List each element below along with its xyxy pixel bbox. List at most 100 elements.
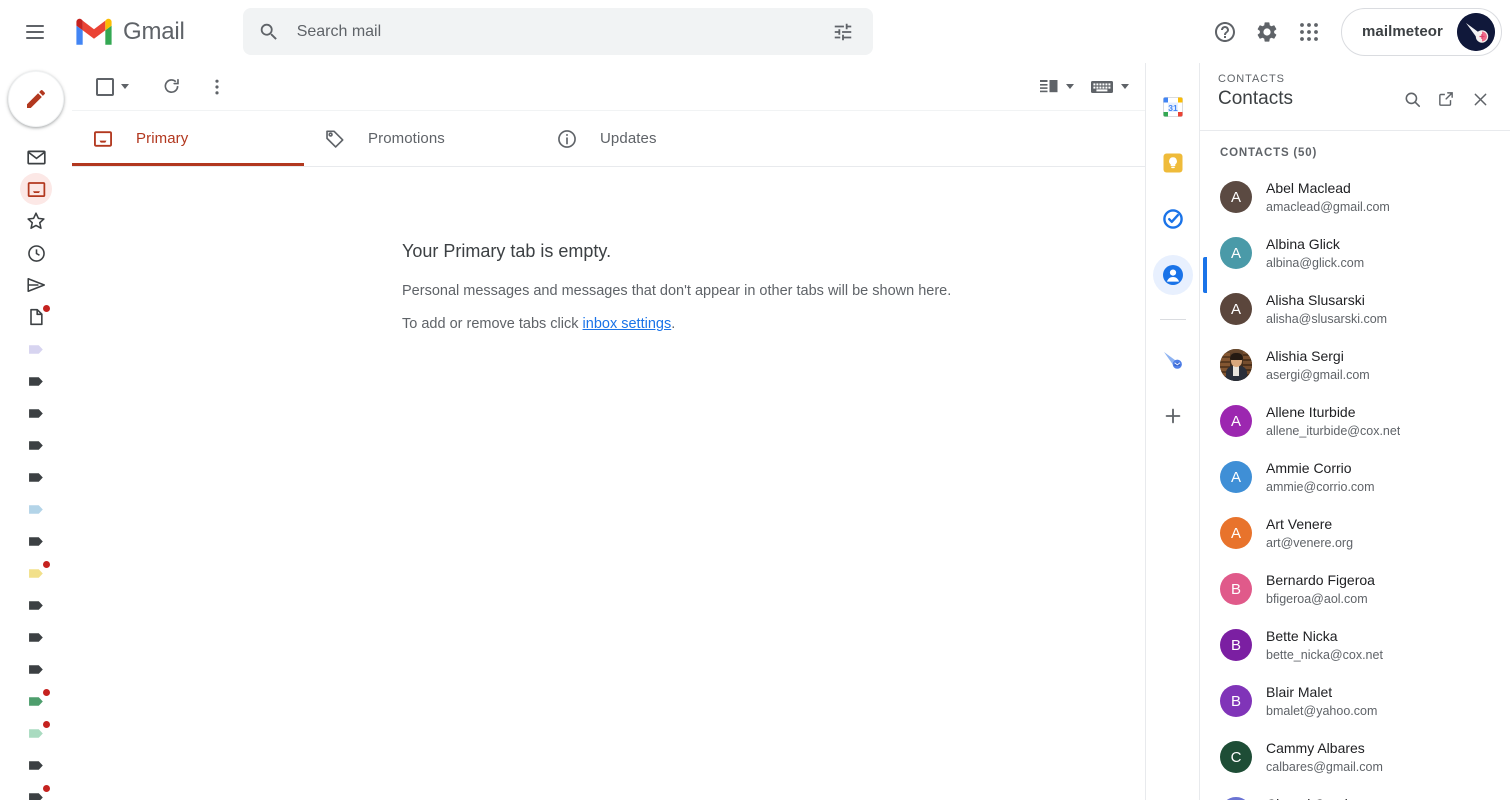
empty-state-description: Personal messages and messages that don'… bbox=[402, 283, 952, 299]
contact-avatar-letter: A bbox=[1230, 468, 1241, 486]
sidebar-item-sent[interactable] bbox=[18, 269, 54, 301]
rail-slot bbox=[0, 205, 72, 237]
app-rail-item-keep[interactable] bbox=[1153, 143, 1193, 183]
search-bar[interactable] bbox=[242, 8, 873, 55]
sidebar-item-label-10[interactable] bbox=[18, 621, 54, 653]
contact-list-item[interactable]: A Allene Iturbide allene_iturbide@cox.net bbox=[1200, 393, 1510, 449]
sidebar-item-label-13[interactable] bbox=[18, 717, 54, 749]
select-all-checkbox[interactable] bbox=[92, 74, 133, 100]
add-ons-button[interactable] bbox=[1153, 396, 1193, 436]
contact-name: Allene Iturbide bbox=[1266, 403, 1356, 420]
contact-name: Albina Glick bbox=[1266, 235, 1340, 252]
contact-email: amaclead@gmail.com bbox=[1266, 199, 1390, 214]
rail-slot bbox=[0, 301, 72, 333]
sidebar-item-label-7[interactable] bbox=[18, 525, 54, 557]
contact-list-item[interactable]: A Art Venere art@venere.org bbox=[1200, 505, 1510, 561]
contact-email: ammie@corrio.com bbox=[1266, 479, 1375, 494]
sidebar-item-label-3[interactable] bbox=[18, 397, 54, 429]
chevron-down-icon bbox=[1066, 84, 1074, 89]
sidebar-item-label-15[interactable] bbox=[18, 781, 54, 800]
sidebar-item-label-14[interactable] bbox=[18, 749, 54, 781]
contact-text-block: Blair Malet bmalet@yahoo.com bbox=[1266, 683, 1377, 720]
sidebar-item-label-2[interactable] bbox=[18, 365, 54, 397]
contact-list-item[interactable]: A Ammie Corrio ammie@corrio.com bbox=[1200, 449, 1510, 505]
contact-list-item[interactable]: Alishia Sergi asergi@gmail.com bbox=[1200, 337, 1510, 393]
sidebar-item-label-9[interactable] bbox=[18, 589, 54, 621]
mail-toolbar bbox=[72, 63, 1145, 111]
app-rail-divider bbox=[1159, 319, 1186, 320]
contact-list-item[interactable]: B Blair Malet bmalet@yahoo.com bbox=[1200, 673, 1510, 729]
contacts-open-in-new-button[interactable] bbox=[1430, 83, 1462, 115]
mailmeteor-avatar bbox=[1457, 12, 1495, 51]
refresh-button[interactable] bbox=[151, 67, 191, 107]
contact-email: bmalet@yahoo.com bbox=[1266, 703, 1378, 718]
main-menu-button[interactable] bbox=[11, 8, 59, 56]
help-icon[interactable] bbox=[1205, 12, 1245, 52]
search-options-icon[interactable] bbox=[823, 12, 863, 52]
rail-slot bbox=[0, 173, 72, 205]
google-apps-icon[interactable] bbox=[1289, 12, 1329, 52]
sidebar-item-snoozed[interactable] bbox=[18, 237, 54, 269]
side-app-rail: 31 bbox=[1146, 63, 1207, 800]
tab-promotions[interactable]: Promotions bbox=[304, 111, 536, 166]
sidebar-item-starred[interactable] bbox=[18, 205, 54, 237]
contact-avatar-letter: B bbox=[1230, 580, 1241, 598]
tab-updates[interactable]: Updates bbox=[536, 111, 768, 166]
sidebar-item-inbox[interactable] bbox=[18, 173, 54, 205]
gear-icon[interactable] bbox=[1247, 12, 1287, 52]
app-rail-item-mailmeteor[interactable] bbox=[1153, 340, 1193, 380]
account-button[interactable]: mailmeteor bbox=[1340, 7, 1502, 56]
label-tag-icon bbox=[28, 408, 43, 418]
contact-list-item[interactable]: A Abel Maclead amaclead@gmail.com bbox=[1200, 169, 1510, 225]
contacts-side-panel: CONTACTS Contacts CONTACTS (50) A Abel M… bbox=[1200, 63, 1510, 800]
contact-list-item[interactable]: B Bette Nicka bette_nicka@cox.net bbox=[1200, 617, 1510, 673]
contacts-search-button[interactable] bbox=[1396, 83, 1428, 115]
gmail-logo-link[interactable]: Gmail bbox=[73, 16, 185, 48]
rail-slot bbox=[0, 717, 72, 749]
contact-list-item[interactable]: C Cammy Albares calbares@gmail.com bbox=[1200, 729, 1510, 785]
contacts-count-label: CONTACTS (50) bbox=[1220, 147, 1318, 159]
app-rail-item-contacts[interactable] bbox=[1152, 255, 1207, 295]
app-rail-item-tasks[interactable] bbox=[1153, 199, 1193, 239]
sidebar-item-mail[interactable] bbox=[18, 141, 54, 173]
more-options-button[interactable] bbox=[197, 67, 237, 107]
input-tools-dropdown[interactable] bbox=[1082, 72, 1133, 102]
search-icon[interactable] bbox=[249, 12, 289, 52]
compose-button[interactable] bbox=[8, 71, 64, 127]
contact-list-item[interactable]: CChanel Caudychanel.caudy@caudy.org bbox=[1200, 785, 1510, 800]
contact-text-block: Bette Nicka bette_nicka@cox.net bbox=[1266, 627, 1383, 664]
rail-slot bbox=[0, 141, 72, 173]
sidebar-item-label-4[interactable] bbox=[18, 429, 54, 461]
sidebar-item-label-12[interactable] bbox=[18, 685, 54, 717]
account-name: mailmeteor bbox=[1361, 23, 1443, 40]
sidebar-item-drafts[interactable] bbox=[18, 301, 54, 333]
sidebar-item-label-8[interactable] bbox=[18, 557, 54, 589]
label-tag-icon bbox=[28, 536, 43, 546]
sidebar-item-label-1[interactable] bbox=[18, 333, 54, 365]
rail-slot bbox=[0, 493, 72, 525]
reading-pane-dropdown[interactable] bbox=[1031, 72, 1078, 102]
contact-avatar-letter: A bbox=[1230, 524, 1241, 542]
contact-list-item[interactable]: A Albina Glick albina@glick.com bbox=[1200, 225, 1510, 281]
sidebar-item-label-11[interactable] bbox=[18, 653, 54, 685]
contact-avatar-initial: A bbox=[1220, 517, 1252, 549]
contact-name: Chanel Caudy bbox=[1266, 795, 1406, 800]
tab-primary[interactable]: Primary bbox=[72, 111, 304, 166]
contacts-scroll-area[interactable]: CONTACTS (50) A Abel Maclead amaclead@gmai… bbox=[1200, 131, 1510, 800]
contact-avatar-initial: B bbox=[1220, 573, 1252, 605]
contact-list-item[interactable]: A Alisha Slusarski alisha@slusarski.com bbox=[1200, 281, 1510, 337]
contacts-close-button[interactable] bbox=[1464, 83, 1496, 115]
svg-text:31: 31 bbox=[1168, 103, 1178, 113]
sidebar-item-label-6[interactable] bbox=[18, 493, 54, 525]
search-input[interactable] bbox=[288, 22, 823, 41]
app-rail-item-calendar[interactable]: 31 bbox=[1153, 87, 1193, 127]
inbox-settings-link[interactable]: inbox settings bbox=[583, 316, 672, 332]
split-pane-icon bbox=[1040, 79, 1058, 92]
mail-main-area: Primary Promotions Updates Your Primary … bbox=[72, 63, 1146, 800]
contact-list-item[interactable]: B Bernardo Figeroa bfigeroa@aol.com bbox=[1200, 561, 1510, 617]
contact-name: Art Venere bbox=[1266, 515, 1333, 532]
contact-avatar-letter: B bbox=[1230, 692, 1241, 710]
open-in-new-icon bbox=[1439, 92, 1453, 106]
empty-state-tabs-hint: To add or remove tabs click inbox settin… bbox=[402, 316, 1145, 332]
sidebar-item-label-5[interactable] bbox=[18, 461, 54, 493]
